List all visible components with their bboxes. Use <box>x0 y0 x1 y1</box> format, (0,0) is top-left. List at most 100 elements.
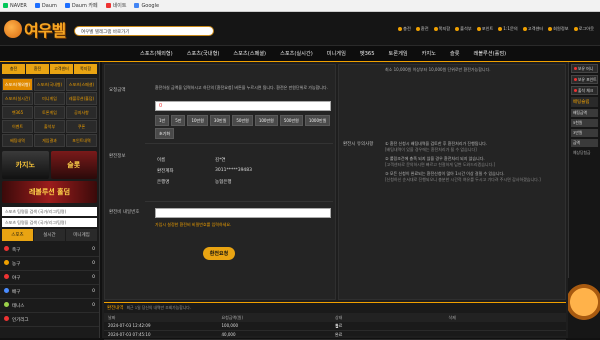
sport-name: 야구 <box>4 274 20 281</box>
bookmark-icon <box>34 3 40 8</box>
side-menu-item[interactable]: 미니게임 <box>34 92 65 105</box>
right-button[interactable]: 보유 머니 <box>571 64 598 73</box>
bet-slip-item[interactable]: 금액 <box>571 139 598 147</box>
account-row: 이름 김*연 <box>157 157 226 163</box>
rules-panel: 최소 10,000원 이상부터 10,000원 단위로만 환전가능합니다. 환전… <box>338 64 566 300</box>
right-button[interactable]: 출석 체크 <box>571 86 598 95</box>
bookmark-link[interactable]: Google <box>134 3 159 9</box>
nav-item[interactable]: 스포츠(실시간) <box>280 50 313 57</box>
sport-item[interactable]: 농구 0 <box>0 257 99 271</box>
amount-button[interactable]: 500만원 <box>279 115 303 126</box>
nav-item[interactable]: 스포츠(해외형) <box>140 50 173 57</box>
header-search-input[interactable]: 여우벨 텔레그램 바로가기 <box>74 26 214 36</box>
right-button[interactable]: 보유 포인트 <box>571 75 598 84</box>
header-link[interactable]: 1:1문의 <box>498 26 518 32</box>
right-button-icon <box>574 78 577 81</box>
quick-button[interactable]: 고객센터 <box>50 64 73 74</box>
history-delete[interactable] <box>449 323 563 329</box>
nav-item[interactable]: 스포츠(국내형) <box>187 50 220 57</box>
bookmark-link[interactable]: Daum 카페 <box>64 2 98 9</box>
game-banner[interactable]: 레볼루션 홀덤 <box>2 181 97 203</box>
amount-button[interactable]: 30만원 <box>209 115 231 126</box>
amount-input[interactable]: 0 <box>155 101 331 111</box>
sport-tab[interactable]: 미니게임 <box>66 229 97 241</box>
right-buttons: 보유 머니보유 포인트출석 체크 <box>569 64 600 95</box>
sport-item[interactable]: 테니스 0 <box>0 299 99 313</box>
bet-slip-items: 배팅금액 5천원 3만원금액 <box>569 109 600 147</box>
request-amount-label: 요청금액 <box>109 88 126 93</box>
bet-slip-title: 배팅슬립 <box>571 97 598 107</box>
game-banner[interactable]: 슬롯 <box>50 151 97 179</box>
team-search-input-2[interactable]: 스포츠 팀명을 검색 (국가/리그/팀명) <box>2 218 97 227</box>
side-menu-item[interactable]: 출석부 <box>34 120 65 133</box>
side-menu-item[interactable]: 이벤트 <box>2 120 33 133</box>
game-banner[interactable]: 카지노 <box>2 151 49 179</box>
amount-button[interactable]: 50만원 <box>232 115 253 126</box>
history-status: 완료 <box>335 323 343 328</box>
amount-button[interactable]: 1만 <box>155 115 170 126</box>
sport-tab[interactable]: 실시간 <box>34 229 65 241</box>
rule-line: [신청하신 순서대로 진행되오니 충분한 시간적 여유를 두시고 기다려 주시면… <box>385 177 541 182</box>
team-search-input-1[interactable]: 스포츠 팀명을 검색 (국가/리그/팀명) <box>2 207 97 216</box>
sport-item[interactable]: 배구 0 <box>0 285 99 299</box>
nav-item[interactable]: 미니게임 <box>327 50 346 57</box>
header-link-label: 1:1문의 <box>503 26 518 31</box>
side-menu-item[interactable]: 쿠폰 <box>66 120 97 133</box>
sport-count: 0 <box>92 261 95 266</box>
amount-button[interactable]: 100만원 <box>254 115 278 126</box>
bet-slip-item[interactable]: 3만원 <box>571 129 598 137</box>
header-link[interactable]: 회원정보 <box>548 26 569 32</box>
nav-item[interactable]: 슬롯 <box>450 50 460 57</box>
nav-item[interactable]: 벳365 <box>360 50 375 57</box>
bookmark-label: NAVER <box>10 2 27 9</box>
side-menu-item[interactable]: 포인트내역 <box>66 134 97 147</box>
bookmark-link[interactable]: NAVER <box>3 3 27 9</box>
sport-tab[interactable]: 스포츠 <box>2 229 33 241</box>
header-link[interactable]: 출석부 <box>455 26 472 32</box>
bet-slip-item[interactable]: 배팅금액 <box>571 109 598 117</box>
request-withdraw-button[interactable]: 환전요청 <box>203 247 235 260</box>
bet-slip-item[interactable]: 5천원 <box>571 119 598 127</box>
page-number[interactable]: 1 <box>332 324 342 330</box>
side-menu-item[interactable]: 게임결과 <box>34 134 65 147</box>
side-menu-item[interactable]: 스포츠(해외형) <box>2 78 33 91</box>
amount-button[interactable]: 1000만원 <box>304 115 331 126</box>
side-menu-item[interactable]: 베팅내역 <box>2 134 33 147</box>
nav-item[interactable]: 카지노 <box>422 50 436 57</box>
side-menu-item[interactable]: 공지사항 <box>66 106 97 119</box>
sport-item[interactable]: 야구 0 <box>0 271 99 285</box>
sport-item[interactable]: 축구 0 <box>0 243 99 257</box>
divider <box>145 201 333 202</box>
sport-item[interactable]: 인기리그 <box>0 313 99 327</box>
nav-item[interactable]: 레볼루션(홀덤) <box>474 50 507 57</box>
password-input[interactable] <box>155 208 331 218</box>
header-link[interactable]: 로그아웃 <box>573 26 594 32</box>
amount-button[interactable]: 5만 <box>171 115 186 126</box>
nav-item[interactable]: 토론게임 <box>389 50 408 57</box>
password-hint: 가입시 설정한 환전비 비밀번호를 입력하세요. <box>155 222 232 227</box>
side-menu-item[interactable]: 스포츠(실시간) <box>2 92 33 105</box>
side-menu-item[interactable]: 레볼루션(홀덤) <box>66 92 97 105</box>
quick-button[interactable]: 충전 <box>2 64 25 74</box>
nav-item[interactable]: 스포츠(스페셜) <box>233 50 266 57</box>
side-menu-item[interactable]: 스포츠(스페셜) <box>66 78 97 91</box>
side-menu-item[interactable]: 벳365 <box>2 106 33 119</box>
account-value: 3011*****39483 <box>215 168 253 173</box>
side-menu-item[interactable]: 스포츠(국내형) <box>34 78 65 91</box>
quick-button[interactable]: 환전 <box>26 64 49 74</box>
header-link[interactable]: 포인트 <box>476 26 493 32</box>
history-delete[interactable] <box>449 332 563 338</box>
header-link[interactable]: 고객센터 <box>522 26 543 32</box>
bookmark-link[interactable]: 네이트 <box>105 2 126 9</box>
site-logo[interactable]: 여우벨 <box>4 16 70 42</box>
amount-button[interactable]: 초기화 <box>155 128 175 139</box>
quick-button[interactable]: 쪽지함 <box>74 64 97 74</box>
side-menu-item[interactable]: 토론게임 <box>34 106 65 119</box>
bookmark-link[interactable]: Daum <box>34 3 57 9</box>
header-link[interactable]: 충전 <box>398 26 411 32</box>
account-value: 농협은행 <box>215 180 232 185</box>
header-link[interactable]: 쪽지함 <box>433 26 450 32</box>
amount-button[interactable]: 10만원 <box>187 115 208 126</box>
header-link[interactable]: 환전 <box>415 26 429 32</box>
sport-name: 배구 <box>4 288 20 295</box>
